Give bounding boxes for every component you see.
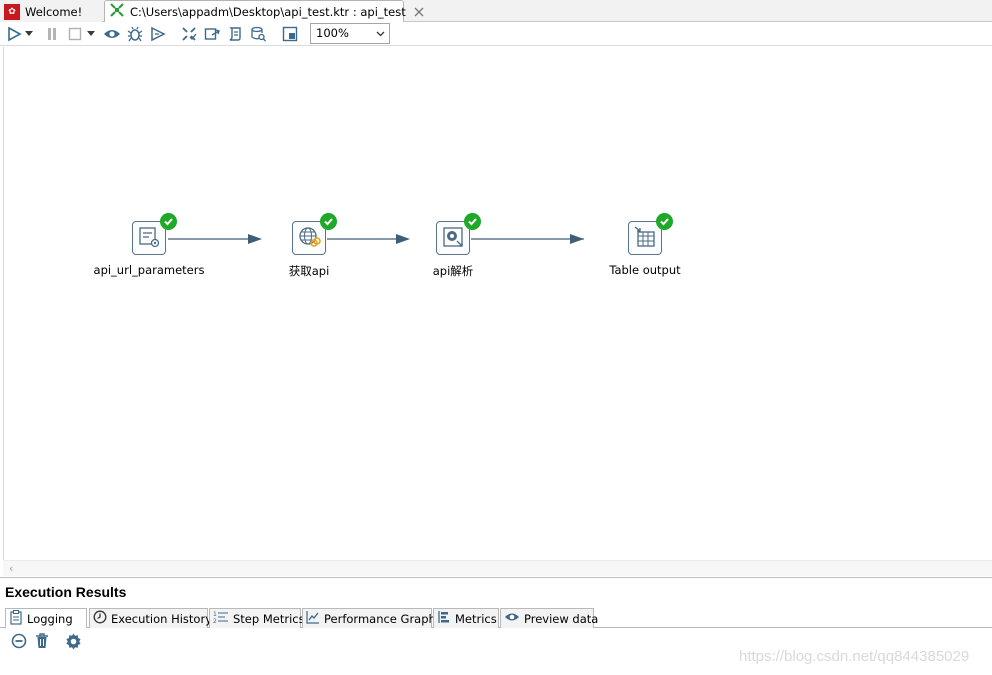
tab-performance-graph-label: Performance Graph <box>324 611 436 626</box>
impact-icon[interactable] <box>203 25 221 43</box>
performance-graph-icon <box>306 610 320 627</box>
http-client-icon <box>297 225 321 252</box>
canvas-horizontal-scrollbar[interactable]: ‹ <box>3 560 992 576</box>
hops-layer <box>168 234 584 244</box>
watermark: https://blog.csdn.net/qq844385029 <box>739 648 970 665</box>
replay-icon[interactable] <box>149 25 167 43</box>
table-output-icon <box>633 225 657 252</box>
editor-tab-bar: ✿ Welcome! C:\Users\appadm\Desktop\api_t… <box>0 0 992 22</box>
chevron-down-icon <box>376 24 385 49</box>
hop-3[interactable] <box>471 234 584 244</box>
debug-icon[interactable] <box>126 25 144 43</box>
tab-metrics-label: Metrics <box>455 611 497 626</box>
run-icon[interactable] <box>5 25 23 43</box>
step-label: 获取api <box>288 264 330 278</box>
sql-icon[interactable] <box>226 25 244 43</box>
transformation-icon <box>109 2 125 21</box>
results-divider[interactable] <box>0 577 992 578</box>
show-results-icon[interactable] <box>281 25 299 43</box>
generate-rows-icon <box>137 225 161 252</box>
transformation-canvas[interactable]: api_url_parameters 获取api api解析 Table out… <box>3 47 992 560</box>
check-icon <box>656 213 673 230</box>
tab-step-metrics-label: Step Metrics <box>233 611 305 626</box>
step-metrics-icon: 12 <box>213 610 229 627</box>
zoom-select[interactable]: 100% <box>310 23 390 44</box>
svg-text:1: 1 <box>213 611 217 618</box>
clear-log-icon[interactable] <box>10 632 28 650</box>
log-settings-icon[interactable] <box>64 632 82 650</box>
hop-2[interactable] <box>327 234 410 244</box>
tab-logging[interactable]: Logging <box>5 608 87 629</box>
step-label: Table output <box>609 263 681 277</box>
logging-icon <box>9 610 23 628</box>
scroll-left-icon[interactable]: ‹ <box>9 562 13 575</box>
tab-execution-history[interactable]: Execution History <box>89 608 212 628</box>
verify-icon[interactable] <box>180 25 198 43</box>
preview-icon[interactable] <box>103 25 121 43</box>
check-icon <box>160 213 177 230</box>
delete-log-icon[interactable] <box>33 632 51 650</box>
tab-preview-data[interactable]: Preview data <box>500 608 598 628</box>
metrics-icon <box>437 610 451 627</box>
explore-db-icon[interactable] <box>249 25 267 43</box>
results-tab-bar: Logging Execution History 12 Step Metric… <box>0 607 992 629</box>
check-icon <box>464 213 481 230</box>
transformation-toolbar: 100% <box>0 22 992 46</box>
zoom-value: 100% <box>316 26 349 40</box>
tab-welcome-label: Welcome! <box>25 4 83 19</box>
step-label: api_url_parameters <box>93 263 205 277</box>
preview-eye-icon <box>504 611 520 626</box>
tab-logging-label: Logging <box>27 612 73 626</box>
tab-welcome[interactable]: ✿ Welcome! <box>0 1 102 22</box>
pause-icon[interactable] <box>43 25 61 43</box>
execution-results-title: Execution Results <box>5 584 127 600</box>
tab-metrics[interactable]: Metrics <box>433 608 499 628</box>
tab-step-metrics[interactable]: 12 Step Metrics <box>209 608 305 628</box>
tab-performance-graph[interactable]: Performance Graph <box>302 608 436 628</box>
history-clock-icon <box>93 610 107 627</box>
close-icon[interactable] <box>414 6 424 18</box>
stop-icon[interactable] <box>66 25 84 43</box>
json-input-icon <box>441 225 465 252</box>
spoon-welcome-icon: ✿ <box>4 3 20 20</box>
stop-dropdown-icon[interactable] <box>86 25 96 43</box>
svg-text:2: 2 <box>213 618 217 624</box>
tab-api-test-label: C:\Users\appadm\Desktop\api_test.ktr : a… <box>130 4 406 19</box>
run-options-dropdown-icon[interactable] <box>24 25 34 43</box>
tab-preview-data-label: Preview data <box>524 611 599 626</box>
check-icon <box>320 213 337 230</box>
tab-execution-history-label: Execution History <box>111 611 213 626</box>
tab-api-test[interactable]: C:\Users\appadm\Desktop\api_test.ktr : a… <box>104 0 424 22</box>
step-label: api解析 <box>432 264 474 278</box>
hop-1[interactable] <box>168 234 262 244</box>
